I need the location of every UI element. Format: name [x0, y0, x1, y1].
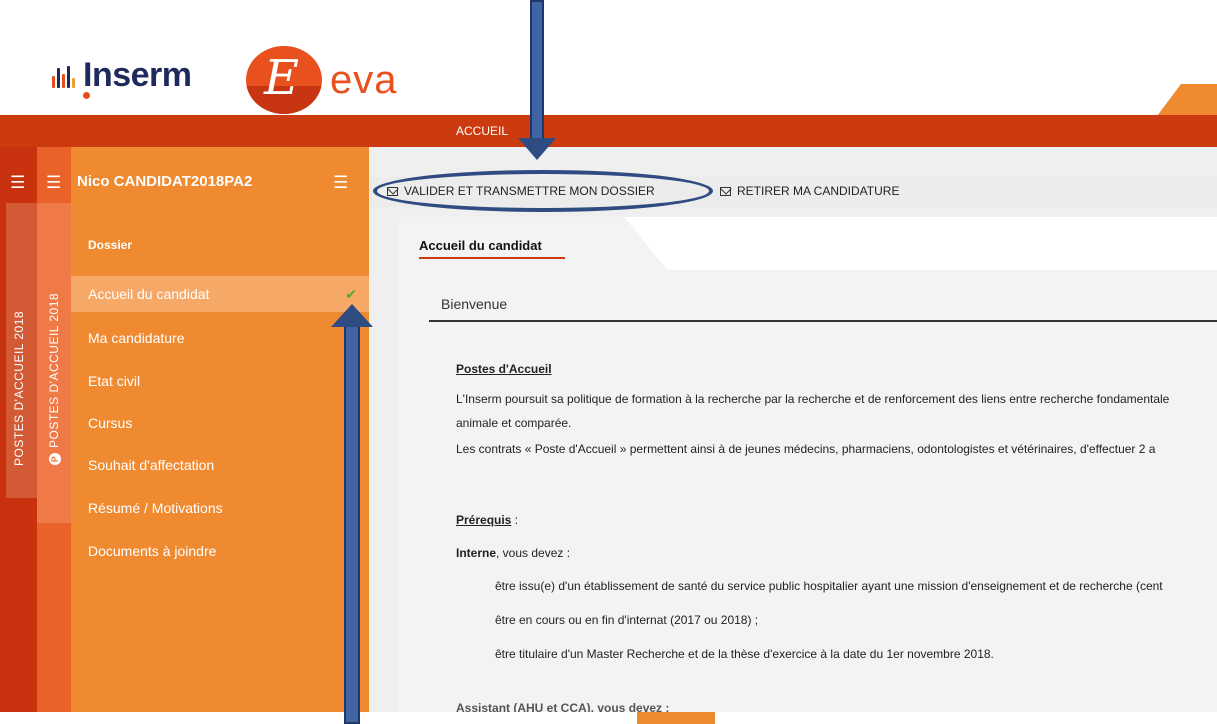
inserm-logo: Inserm [52, 56, 192, 95]
annotation-arrow-up-head [331, 304, 373, 327]
prerequis-colon: : [511, 513, 519, 527]
sidebar-item-label: Documents à joindre [88, 543, 217, 559]
paragraph-2: Les contrats « Poste d'Accueil » permett… [456, 442, 1156, 456]
sidebar-item-label: Etat civil [88, 373, 141, 389]
sidebar: Nico CANDIDAT2018PA2 ☰ Dossier Accueil d… [71, 147, 369, 712]
eva-initial: E [264, 50, 300, 106]
interne-line: Interne, vous devez : [456, 546, 570, 560]
rail2-menu-icon[interactable]: ☰ [46, 174, 61, 191]
sidebar-item-label: Résumé / Motivations [88, 500, 223, 516]
sidebar-header: Nico CANDIDAT2018PA2 ☰ [71, 147, 369, 202]
tab-bar: Accueil du candidat [399, 217, 1217, 270]
sidebar-item-label: Cursus [88, 415, 133, 431]
user-name: Nico CANDIDAT2018PA2 [77, 173, 253, 190]
sidebar-item-resume-motivations[interactable]: Résumé / Motivations [71, 490, 369, 526]
annotation-arrow-down-head [518, 138, 556, 160]
content-panel: Accueil du candidat Bienvenue Postes d'A… [399, 217, 1217, 712]
withdraw-application-label: RETIRER MA CANDIDATURE [737, 184, 900, 198]
top-navbar: ACCUEIL [0, 115, 1217, 147]
bottom-strip [0, 712, 1217, 724]
eva-logo: E eva [246, 46, 398, 114]
nav-accueil-link[interactable]: ACCUEIL [456, 124, 508, 138]
annotation-arrow-up-shaft [344, 325, 360, 724]
sidebar-item-label: Ma candidature [88, 330, 185, 346]
eva-circle-icon: E [246, 46, 322, 114]
rail1-label: POSTES D'ACCUEIL 2018 [12, 310, 26, 466]
sidebar-body: Dossier Accueil du candidat ✔ Ma candida… [71, 202, 369, 712]
bullet-2: être en cours ou en fin d'internat (2017… [495, 613, 759, 627]
envelope-icon [720, 186, 731, 196]
bottom-orange-tab [637, 712, 715, 724]
annotation-arrow-down-shaft [530, 0, 544, 140]
rail2-label: P POSTES D'ACCUEIL 2018 [47, 293, 61, 465]
sidebar-item-documents[interactable]: Documents à joindre [71, 533, 369, 569]
sidebar-item-souhait-affectation[interactable]: Souhait d'affectation [71, 447, 369, 483]
inserm-bars-icon [52, 64, 75, 88]
paragraph-1-line-1: L'Inserm poursuit sa politique de format… [456, 392, 1170, 406]
sidebar-item-accueil-du-candidat[interactable]: Accueil du candidat ✔ [71, 276, 369, 312]
prerequis-heading: Prérequis : [456, 513, 518, 527]
inserm-logo-text: Inserm [83, 56, 192, 94]
app-header: Inserm E eva [0, 0, 1217, 116]
rail2-badge-icon: P [49, 453, 61, 465]
sidebar-item-label: Souhait d'affectation [88, 457, 215, 473]
bullet-1: être issu(e) d'un établissement de santé… [495, 579, 1163, 593]
welcome-divider [429, 320, 1217, 322]
header-stripe [1157, 84, 1217, 116]
cut-off-line: Assistant (AHU et CCA), vous devez : [456, 701, 670, 712]
rail2-label-text: POSTES D'ACCUEIL 2018 [47, 292, 61, 448]
sidebar-item-label: Accueil du candidat [88, 286, 210, 302]
highlight-ellipse [373, 170, 713, 212]
interne-rest: , vous devez : [496, 546, 571, 560]
sidebar-menu-icon[interactable]: ☰ [333, 173, 348, 193]
sidebar-item-ma-candidature[interactable]: Ma candidature [71, 320, 369, 356]
eva-logo-text: eva [330, 57, 398, 102]
interne-bold: Interne [456, 546, 497, 560]
main-area: VALIDER ET TRANSMETTRE MON DOSSIER RETIR… [369, 147, 1217, 712]
rail1-menu-icon[interactable]: ☰ [10, 174, 25, 191]
inserm-dot-icon [83, 92, 90, 99]
withdraw-application-button[interactable]: RETIRER MA CANDIDATURE [720, 184, 899, 198]
sidebar-item-cursus[interactable]: Cursus [71, 405, 369, 441]
welcome-heading: Bienvenue [441, 296, 508, 312]
prerequis-title: Prérequis [456, 513, 512, 527]
tab-underline [419, 257, 565, 259]
sidebar-section-title: Dossier [88, 238, 133, 252]
section-title-postes: Postes d'Accueil [456, 362, 552, 376]
tab-label: Accueil du candidat [419, 238, 542, 253]
paragraph-1-line-2: animale et comparée. [456, 416, 572, 430]
sidebar-item-etat-civil[interactable]: Etat civil [71, 363, 369, 399]
bullet-3: être titulaire d'un Master Recherche et … [495, 647, 994, 661]
